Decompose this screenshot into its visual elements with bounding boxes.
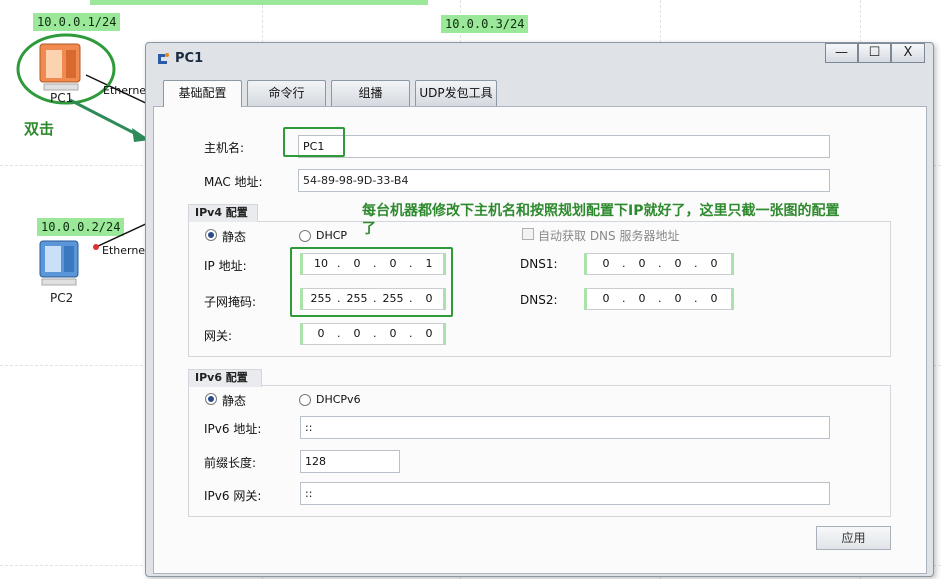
ip-dot: . [658,257,662,270]
ipv6-group-title: IPv6 配置 [188,369,262,387]
apply-button[interactable]: 应用 [816,526,891,550]
hostname-highlight [283,127,345,157]
ip-dot: . [337,327,341,340]
prefix-length-input[interactable]: 128 [300,450,400,473]
ipv4-group-title: IPv4 配置 [188,204,258,222]
ipv4-dhcp-label: DHCP [316,229,348,242]
ip-address-label: IP 地址: [204,259,247,273]
ipv6-dhcp-label: DHCPv6 [316,393,361,406]
ipv6-address-input[interactable]: :: [300,416,830,439]
dns2-input[interactable]: 0 . 0 . 0 . 0 [584,288,734,310]
port-label-pc2: Ethernet [102,244,150,257]
dns2-octet: 0 [710,292,718,305]
arrow-line [69,98,141,138]
hostname-label: 主机名: [204,141,245,155]
ip-mask-highlight [290,247,453,317]
gateway-octet: 0 [353,327,361,340]
dns1-octet: 0 [638,257,646,270]
ipv4-dhcp-radio[interactable] [299,230,311,242]
mac-label: MAC 地址: [204,175,263,189]
ip-dot: . [373,327,377,340]
window-title: PC1 [175,51,204,66]
gateway-octet: 0 [317,327,325,340]
mac-field: 54-89-98-9D-33-B4 [298,169,830,192]
subnet-mask-label: 子网掩码: [204,295,257,309]
ip-dot: . [622,257,626,270]
title-bar[interactable]: PC1 — ☐ X [146,43,933,73]
dns1-input[interactable]: 0 . 0 . 0 . 0 [584,253,734,275]
prefix-length-label: 前缀长度: [204,456,257,470]
ipv4-static-radio[interactable] [205,229,217,241]
tab-udp-tool[interactable]: UDP发包工具 [415,80,497,106]
pc2-icon [39,240,79,286]
gateway-octet: 0 [425,327,433,340]
minimize-button[interactable]: — [825,43,858,63]
dns2-octet: 0 [638,292,646,305]
dns1-octet: 0 [710,257,718,270]
dns2-octet: 0 [674,292,682,305]
pc1-icon [39,43,81,91]
maximize-button[interactable]: ☐ [858,43,891,63]
dns2-label: DNS2: [520,293,558,307]
dns1-octet: 0 [674,257,682,270]
port-label-pc1: Ethernet [103,84,151,97]
pc1-label: PC1 [50,91,74,105]
ip-dot: . [409,327,413,340]
close-button[interactable]: X [891,43,925,63]
annotation-note: 每台机器都修改下主机名和按照规划配置下IP就好了，这里只截一张图的配置了 [362,203,840,237]
double-click-note: 双击 [24,120,55,138]
ip-dot: . [694,257,698,270]
gateway-octet: 0 [389,327,397,340]
ipv6-static-radio[interactable] [205,393,217,405]
tab-multicast[interactable]: 组播 [331,80,410,106]
ipv6-dhcp-radio[interactable] [299,394,311,406]
pc2-label: PC2 [50,291,74,305]
pc1-config-window: PC1 — ☐ X 基础配置 命令行 组播 UDP发包工具 主机名: PC1 M… [145,42,934,577]
dns1-octet: 0 [602,257,610,270]
dns1-label: DNS1: [520,257,558,271]
ip-dot: . [658,292,662,305]
ipv6-address-label: IPv6 地址: [204,422,262,436]
gateway-label: 网关: [204,329,233,343]
gateway-input[interactable]: 0 . 0 . 0 . 0 [300,323,446,345]
ip-dot: . [694,292,698,305]
ipv6-gateway-input[interactable]: :: [300,482,830,505]
ip-dot: . [622,292,626,305]
dns2-octet: 0 [602,292,610,305]
app-icon [158,53,169,64]
tab-command-line[interactable]: 命令行 [247,80,326,106]
ipv6-gateway-label: IPv6 网关: [204,489,262,503]
ipv6-static-label: 静态 [222,394,247,408]
port-dot [93,244,99,250]
tab-basic-config[interactable]: 基础配置 [163,80,242,107]
hostname-input[interactable]: PC1 [298,135,830,158]
ipv4-static-label: 静态 [222,230,247,244]
basic-config-panel: 主机名: PC1 MAC 地址: 54-89-98-9D-33-B4 IPv4 … [153,106,927,574]
